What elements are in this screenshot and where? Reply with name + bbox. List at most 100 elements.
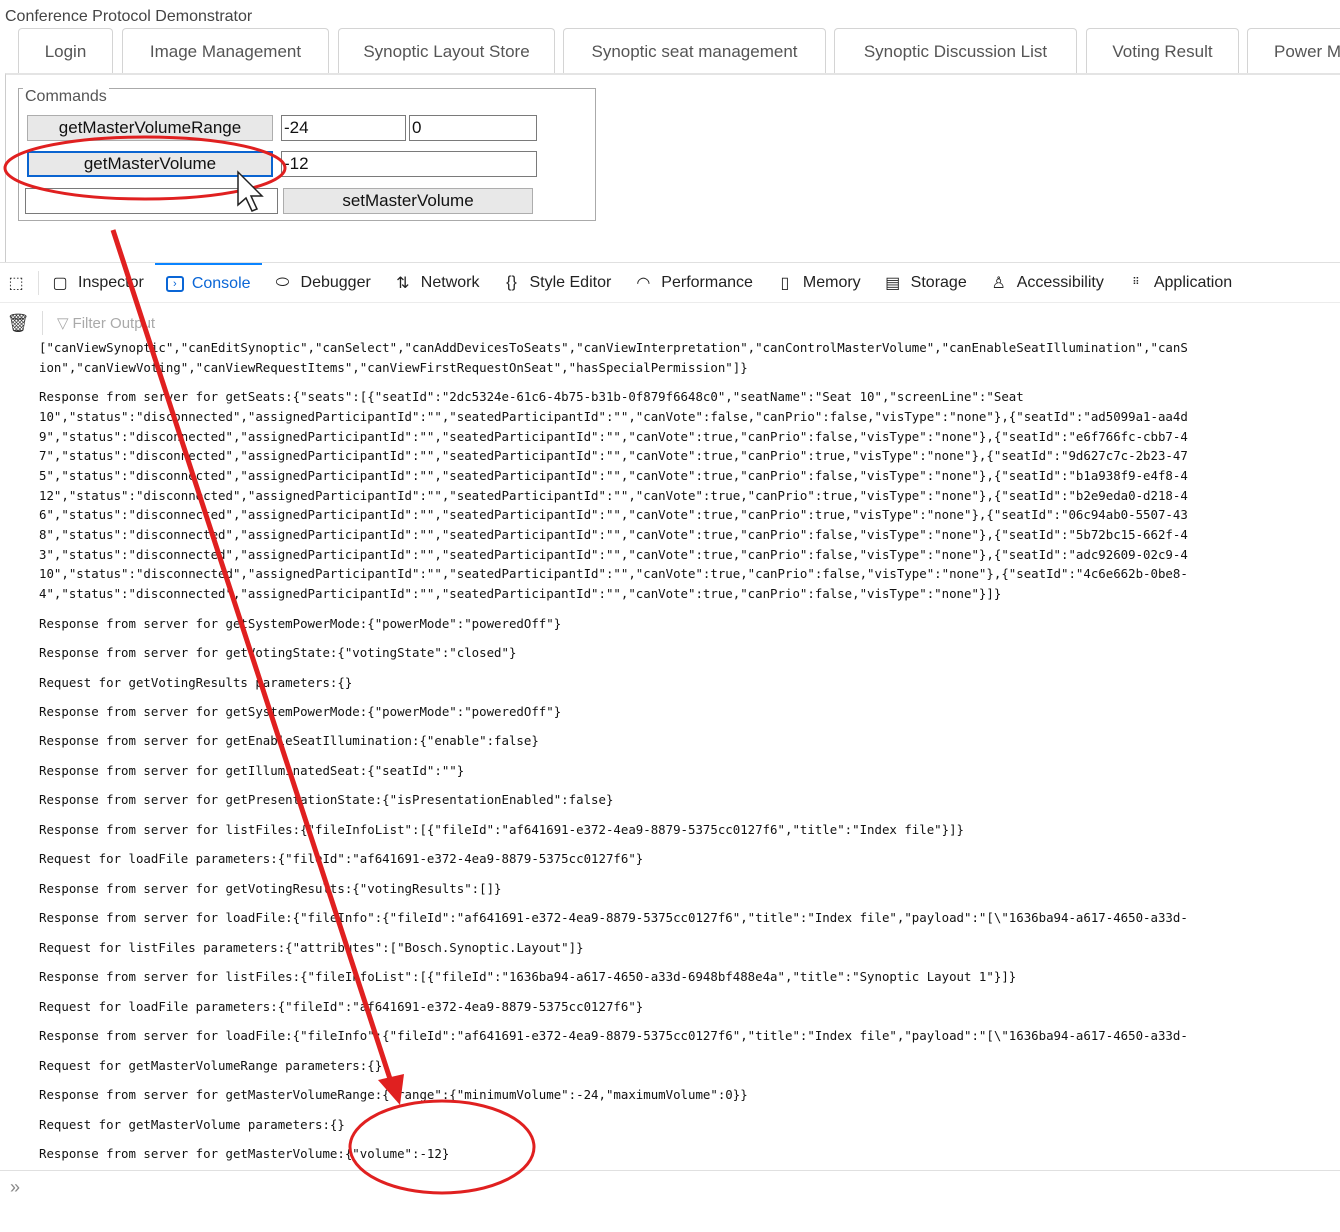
range-max-input[interactable] (409, 115, 537, 141)
console-message: Response from server for getPresentation… (0, 790, 1340, 810)
console-message: Response from server for getIlluminatedS… (0, 761, 1340, 781)
console-line: 4","status":"disconnected","assignedPart… (39, 586, 1002, 602)
console-line: Response from server for listFiles:{"fil… (39, 969, 1017, 985)
tab-login[interactable]: Login (18, 28, 113, 74)
console-line: 10","status":"disconnected","assignedPar… (39, 408, 1188, 424)
console-line: Request for listFiles parameters:{"attri… (39, 939, 584, 955)
console-output: ["canViewSynoptic","canEditSynoptic","ca… (0, 340, 1340, 1170)
console-line: Response from server for loadFile:{"file… (39, 1028, 1188, 1044)
console-message: Response from server for loadFile:{"file… (0, 1026, 1340, 1046)
console-message: Request for loadFile parameters:{"fileId… (0, 849, 1340, 869)
console-message: Response from server for getMasterVolume… (0, 1085, 1340, 1105)
console-line: Response from server for getSeats:{"seat… (39, 389, 1024, 405)
tab-image-management[interactable]: Image Management (122, 28, 329, 74)
console-line: Response from server for loadFile:{"file… (39, 910, 1188, 926)
console-message: Response from server for getEnableSeatIl… (0, 731, 1340, 751)
element-picker-button[interactable]: ⬚ (0, 270, 39, 295)
console-line: 8","status":"disconnected","assignedPart… (39, 526, 1188, 542)
console-message: Response from server for getSeats:{"seat… (0, 387, 1340, 604)
console-line: 3","status":"disconnected","assignedPart… (39, 546, 1188, 562)
console-line: Request for getMasterVolume parameters:{… (39, 1116, 345, 1132)
tab-synoptic-seat-management[interactable]: Synoptic seat management (563, 28, 826, 74)
console-line: 12","status":"disconnected","assignedPar… (39, 487, 1188, 503)
console-line: Response from server for getPresentation… (39, 792, 614, 808)
set-master-volume-button[interactable]: setMasterVolume (283, 188, 533, 214)
tab-synoptic-discussion-list[interactable]: Synoptic Discussion List (834, 28, 1077, 74)
prompt-icon: » (10, 1177, 21, 1197)
tab-power-management[interactable]: Power M (1247, 28, 1340, 74)
console-message: Request for getMasterVolume parameters:{… (0, 1115, 1340, 1135)
tab-debugger[interactable]: ⬭ Debugger (262, 263, 382, 302)
get-master-volume-range-button[interactable]: getMasterVolumeRange (27, 115, 273, 141)
console-message: Request for listFiles parameters:{"attri… (0, 938, 1340, 958)
accessibility-icon: ♙ (991, 274, 1006, 292)
master-volume-input[interactable] (281, 151, 537, 177)
console-message: Response from server for getSystemPowerM… (0, 702, 1340, 722)
gauge-icon: ◠ (636, 274, 651, 292)
tab-network[interactable]: ⇅ Network (382, 263, 491, 302)
console-message: Response from server for getVotingState:… (0, 643, 1340, 663)
pick-element-icon: ⬚ (8, 274, 24, 292)
set-volume-input[interactable] (25, 188, 278, 214)
tab-accessibility[interactable]: ♙ Accessibility (978, 263, 1115, 302)
tab-inspector[interactable]: ▢ Inspector (39, 263, 155, 302)
console-input[interactable]: » (0, 1170, 1340, 1210)
console-message: Response from server for getSystemPowerM… (0, 614, 1340, 634)
debugger-icon: ⬭ (275, 273, 290, 291)
console-message: Response from server for loadFile:{"file… (0, 908, 1340, 928)
app-title: Conference Protocol Demonstrator (5, 8, 253, 25)
console-line: Response from server for getSystemPowerM… (39, 703, 562, 719)
console-line: Request for getMasterVolumeRange paramet… (39, 1057, 383, 1073)
console-line: 9","status":"disconnected","assignedPart… (39, 428, 1188, 444)
tab-application[interactable]: ⠿ Application (1115, 263, 1243, 302)
console-filter-bar: 🗑 ▽ Filter Output (0, 303, 1340, 343)
tab-voting-result[interactable]: Voting Result (1086, 28, 1239, 74)
console-icon: › (165, 275, 184, 292)
console-message: Request for getVotingResults parameters:… (0, 673, 1340, 693)
console-line: Response from server for getVotingState:… (39, 645, 517, 661)
console-line: Response from server for getIlluminatedS… (39, 762, 465, 778)
console-message: ["canViewSynoptic","canEditSynoptic","ca… (0, 340, 1340, 377)
console-line: 7","status":"disconnected","assignedPart… (39, 448, 1188, 464)
inspector-icon: ▢ (52, 274, 68, 292)
console-line: Request for loadFile parameters:{"fileId… (39, 998, 644, 1014)
tab-storage[interactable]: ▤ Storage (872, 263, 978, 302)
console-line: Response from server for getMasterVolume… (39, 1146, 450, 1162)
tab-console[interactable]: › Console (154, 263, 262, 302)
tab-performance[interactable]: ◠ Performance (622, 263, 764, 302)
memory-chip-icon: ▯ (780, 274, 790, 292)
tab-synoptic-layout-store[interactable]: Synoptic Layout Store (338, 28, 555, 74)
console-message: Request for loadFile parameters:{"fileId… (0, 997, 1340, 1017)
network-icon: ⇅ (396, 274, 410, 292)
devtools-toolbar: ⬚ ▢ Inspector › Console ⬭ Debugger ⇅ Network… (0, 262, 1340, 303)
get-master-volume-button[interactable]: getMasterVolume (27, 151, 273, 177)
console-line: ion","canViewVoting","canViewRequestItem… (39, 359, 748, 375)
console-line: 10","status":"disconnected","assignedPar… (39, 566, 1188, 582)
console-line: 5","status":"disconnected","assignedPart… (39, 467, 1188, 483)
grid-icon: ⠿ (1132, 277, 1140, 288)
console-message: Response from server for listFiles:{"fil… (0, 967, 1340, 987)
filter-output-input[interactable]: Filter Output (73, 315, 156, 332)
storage-icon: ▤ (885, 274, 901, 292)
console-message: Response from server for listFiles:{"fil… (0, 820, 1340, 840)
console-message: Response from server for getMasterVolume… (0, 1144, 1340, 1164)
commands-legend: Commands (23, 88, 109, 106)
console-line: Response from server for getMasterVolume… (39, 1087, 748, 1103)
trash-icon[interactable]: 🗑 (7, 313, 30, 333)
filter-icon: ▽ (57, 315, 69, 332)
tab-memory[interactable]: ▯ Memory (764, 263, 872, 302)
console-line: Response from server for getVotingResult… (39, 880, 502, 896)
console-line: ["canViewSynoptic","canEditSynoptic","ca… (39, 340, 1188, 355)
divider (42, 311, 43, 335)
console-line: Response from server for getEnableSeatIl… (39, 733, 539, 749)
console-message: Response from server for getVotingResult… (0, 879, 1340, 899)
console-line: 6","status":"disconnected","assignedPart… (39, 507, 1188, 523)
console-line: Request for getVotingResults parameters:… (39, 674, 353, 690)
console-line: Request for loadFile parameters:{"fileId… (39, 851, 644, 867)
console-message: Request for getMasterVolumeRange paramet… (0, 1056, 1340, 1076)
console-line: Response from server for listFiles:{"fil… (39, 821, 965, 837)
braces-icon: {} (506, 273, 517, 291)
console-line: Response from server for getSystemPowerM… (39, 615, 562, 631)
tab-style-editor[interactable]: {} Style Editor (490, 263, 622, 302)
range-min-input[interactable] (281, 115, 406, 141)
